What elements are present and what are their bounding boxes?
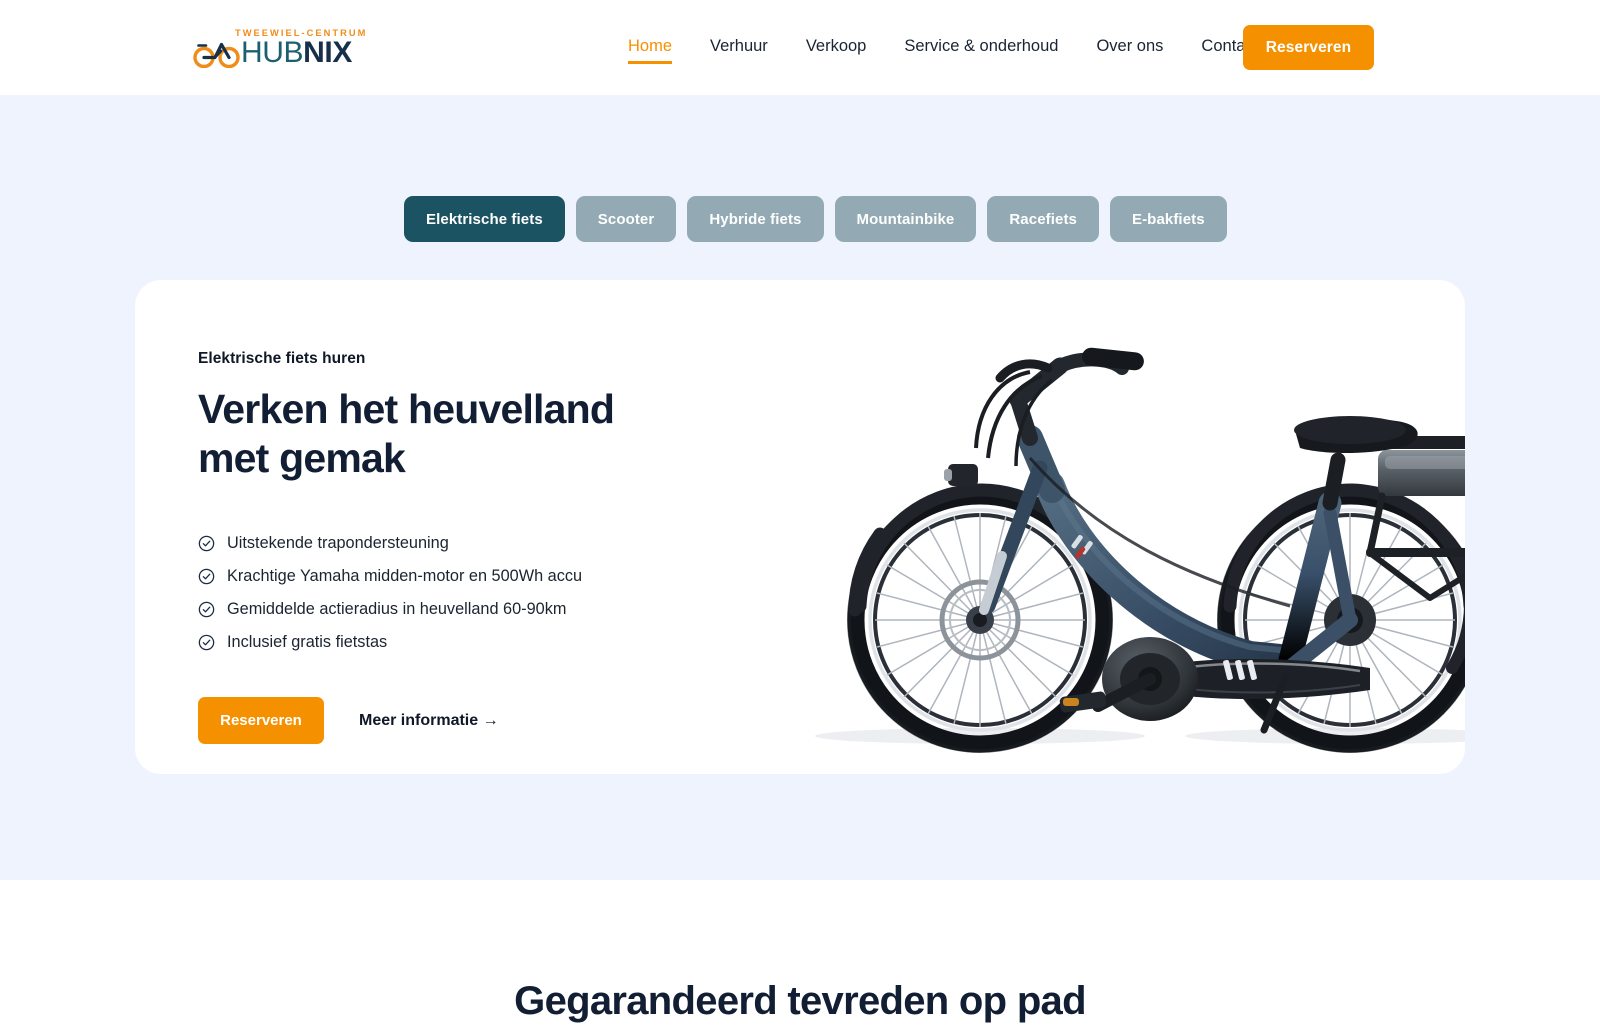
nav-item-verhuur[interactable]: Verhuur: [710, 34, 768, 66]
header-reserve-button[interactable]: Reserveren: [1243, 25, 1374, 70]
product-card: Elektrische fiets huren Verken het heuve…: [135, 280, 1465, 774]
product-title-line1: Verken het heuvelland: [198, 386, 615, 432]
product-card-copy: Elektrische fiets huren Verken het heuve…: [198, 350, 758, 744]
product-cta-row: Reserveren Meer informatie →: [198, 697, 758, 744]
site-header: TWEEWIEL-CENTRUM HUBNIX Home Verhuur Ver…: [0, 0, 1600, 95]
nav-item-verkoop[interactable]: Verkoop: [806, 34, 867, 66]
logo-word-hub: HUB: [241, 36, 304, 69]
feature-label: Gemiddelde actieradius in heuvelland 60-…: [227, 600, 567, 618]
hero-section: Elektrische fiets Scooter Hybride fiets …: [0, 95, 1600, 880]
tab-racefiets[interactable]: Racefiets: [987, 196, 1099, 242]
tab-hybride-fiets[interactable]: Hybride fiets: [687, 196, 824, 242]
bicycle-icon: [193, 38, 243, 69]
page-root: TWEEWIEL-CENTRUM HUBNIX Home Verhuur Ver…: [0, 0, 1600, 1034]
below-fold-section: Gegarandeerd tevreden op pad: [0, 880, 1600, 1034]
product-title: Verken het heuvelland met gemak: [198, 385, 758, 483]
logo-wordmark: HUBNIX: [241, 37, 352, 69]
section-heading: Gegarandeerd tevreden op pad: [514, 979, 1086, 1023]
nav-item-home[interactable]: Home: [628, 34, 673, 66]
feature-label: Krachtige Yamaha midden-motor en 500Wh a…: [227, 567, 583, 585]
tab-scooter[interactable]: Scooter: [575, 196, 677, 242]
nav-item-over-ons[interactable]: Over ons: [1096, 34, 1163, 66]
nav-item-service-onderhoud[interactable]: Service & onderhoud: [904, 34, 1058, 66]
logo-word-nix: NIX: [303, 36, 352, 69]
more-information-link[interactable]: Meer informatie →: [359, 712, 499, 730]
check-circle-icon: [198, 568, 215, 585]
product-eyebrow: Elektrische fiets huren: [198, 350, 366, 367]
category-tab-bar: Elektrische fiets Scooter Hybride fiets …: [404, 196, 1227, 242]
tab-elektrische-fiets[interactable]: Elektrische fiets: [404, 196, 565, 242]
site-logo[interactable]: TWEEWIEL-CENTRUM HUBNIX: [193, 26, 365, 70]
electric-city-bike-illustration: [815, 347, 1465, 753]
feature-label: Uitstekende trapondersteuning: [227, 534, 449, 552]
product-title-line2: met gemak: [198, 435, 406, 481]
tab-e-bakfiets[interactable]: E-bakfiets: [1109, 196, 1227, 242]
feature-list-item: Gemiddelde actieradius in heuvelland 60-…: [198, 599, 758, 620]
card-reserve-button[interactable]: Reserveren: [198, 697, 324, 744]
main-navigation: Home Verhuur Verkoop Service & onderhoud…: [628, 34, 1258, 66]
feature-label: Inclusief gratis fietstas: [227, 633, 388, 651]
product-image: [765, 280, 1465, 774]
feature-list-item: Uitstekende trapondersteuning: [198, 533, 758, 554]
product-feature-list: Uitstekende trapondersteuning Krachtige …: [198, 533, 758, 653]
check-circle-icon: [198, 634, 215, 651]
check-circle-icon: [198, 535, 215, 552]
feature-list-item: Inclusief gratis fietstas: [198, 632, 758, 653]
check-circle-icon: [198, 601, 215, 618]
tab-mountainbike[interactable]: Mountainbike: [834, 196, 977, 242]
feature-list-item: Krachtige Yamaha midden-motor en 500Wh a…: [198, 566, 758, 587]
